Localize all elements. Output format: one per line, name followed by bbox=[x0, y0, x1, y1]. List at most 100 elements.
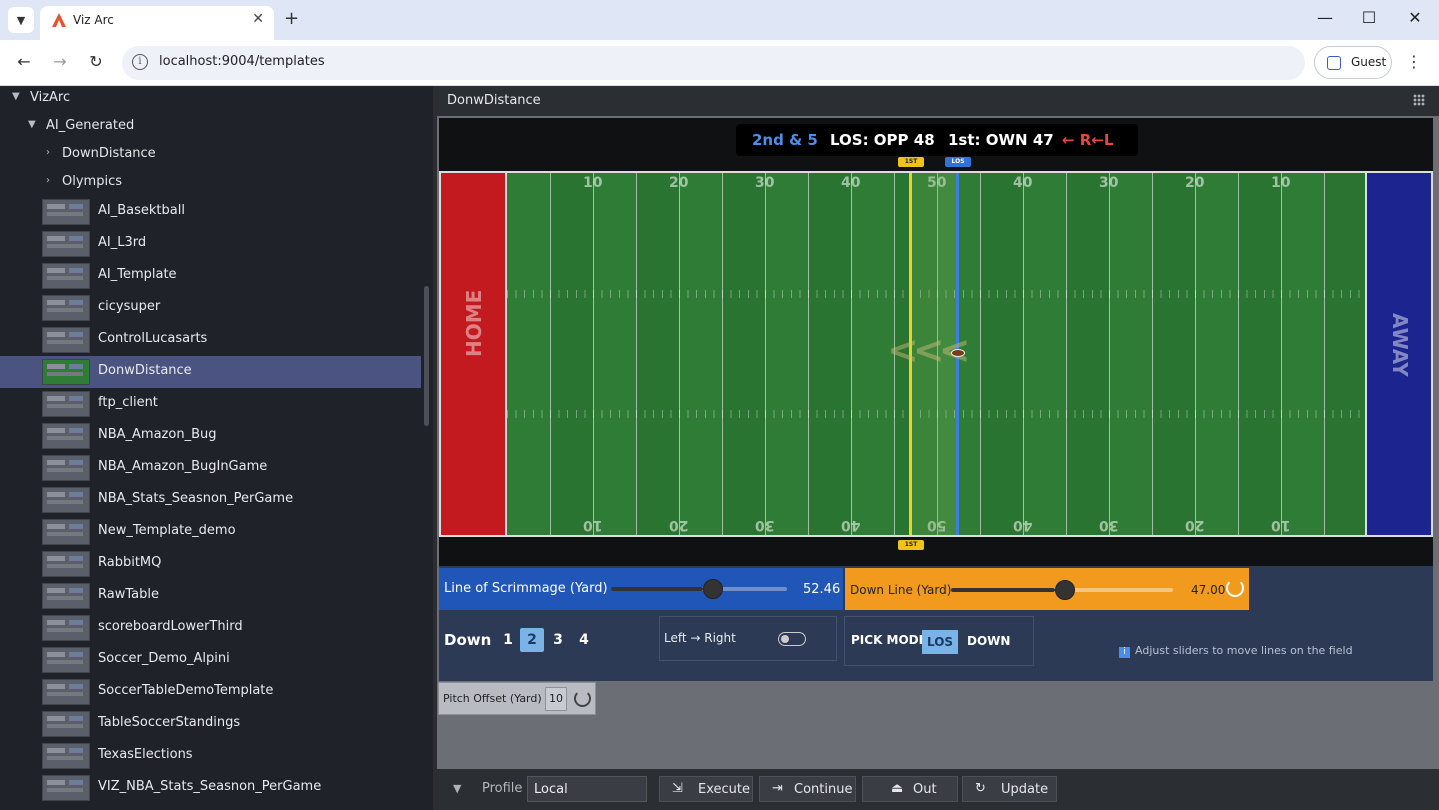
template-name: TableSoccerStandings bbox=[98, 715, 241, 730]
tab-close-icon[interactable]: ✕ bbox=[252, 11, 264, 27]
direction-group: Left → Right bbox=[659, 616, 837, 661]
template-item[interactable]: DonwDistance bbox=[0, 356, 421, 388]
action-bar: ▼ Profile ⇲ Execute ⇥ Continue ⏏ Out ↻ U… bbox=[437, 769, 1439, 810]
template-name: Soccer_Demo_Alpini bbox=[98, 651, 230, 666]
down-line-slider-handle[interactable] bbox=[1055, 580, 1076, 600]
sidebar-scrollbar[interactable] bbox=[424, 286, 429, 426]
template-item[interactable]: ftp_client bbox=[0, 388, 421, 420]
template-thumbnail bbox=[42, 231, 90, 257]
site-info-icon[interactable]: i bbox=[132, 54, 148, 70]
tree-root[interactable]: ▼ VizArc bbox=[0, 86, 421, 112]
yard-line bbox=[808, 173, 809, 535]
yard-line bbox=[679, 173, 680, 535]
los-slider-handle[interactable] bbox=[702, 579, 723, 599]
vizarc-logo-icon bbox=[52, 13, 66, 27]
template-name: New_Template_demo bbox=[98, 523, 236, 538]
template-item[interactable]: New_Template_demo bbox=[0, 516, 421, 548]
template-item[interactable]: SoccerTableDemoTemplate bbox=[0, 676, 421, 708]
tab-title: Viz Arc bbox=[73, 13, 114, 27]
browser-menu-icon[interactable]: ⋮ bbox=[1406, 52, 1422, 71]
reset-icon[interactable] bbox=[1226, 579, 1244, 597]
pitch-offset-group: Pitch Offset (Yard) 10 bbox=[438, 682, 596, 715]
profile-input[interactable] bbox=[527, 776, 647, 802]
yard-line bbox=[1195, 173, 1196, 535]
execute-button[interactable]: ⇲ Execute bbox=[659, 776, 753, 802]
template-item[interactable]: Soccer_Demo_Alpini bbox=[0, 644, 421, 676]
maximize-button[interactable]: ☐ bbox=[1354, 8, 1384, 27]
yard-line bbox=[636, 173, 637, 535]
url-input[interactable]: i localhost:9004/templates bbox=[122, 46, 1305, 80]
down-button-2[interactable]: 2 bbox=[520, 628, 544, 652]
update-button[interactable]: ↻ Update bbox=[962, 776, 1057, 802]
preview-stage: 2nd & 5 LOS: OPP 48 1st: OWN 47 ← R←L 1S… bbox=[439, 118, 1433, 566]
template-name: ftp_client bbox=[98, 395, 158, 410]
template-item[interactable]: AI_Basektball bbox=[0, 196, 421, 228]
template-item[interactable]: AI_Template bbox=[0, 260, 421, 292]
out-button[interactable]: ⏏ Out bbox=[862, 776, 958, 802]
yard-line bbox=[593, 173, 594, 535]
yard-line bbox=[722, 173, 723, 535]
tree-subfolder-olympics[interactable]: › Olympics bbox=[0, 170, 421, 196]
down-button-3[interactable]: 3 bbox=[546, 628, 570, 652]
close-window-button[interactable]: ✕ bbox=[1400, 8, 1430, 27]
new-tab-button[interactable]: + bbox=[284, 8, 299, 29]
collapse-icon[interactable]: ▼ bbox=[453, 782, 461, 795]
reload-icon[interactable]: ↻ bbox=[84, 52, 108, 71]
yard-line bbox=[550, 173, 551, 535]
tree-folder[interactable]: ▼ AI_Generated bbox=[0, 114, 421, 140]
down-button-1[interactable]: 1 bbox=[496, 628, 520, 652]
yard-line bbox=[851, 173, 852, 535]
template-item[interactable]: RabbitMQ bbox=[0, 548, 421, 580]
pitch-offset-input[interactable]: 10 bbox=[545, 687, 567, 711]
endzone-away: AWAY bbox=[1367, 171, 1433, 537]
template-item[interactable]: NBA_Amazon_BugInGame bbox=[0, 452, 421, 484]
endzone-away-label: AWAY bbox=[1388, 313, 1412, 377]
template-thumbnail bbox=[42, 199, 90, 225]
pick-los-button[interactable]: LOS bbox=[922, 630, 958, 654]
profile-button[interactable]: Guest bbox=[1314, 46, 1392, 79]
template-item[interactable]: scoreboardLowerThird bbox=[0, 612, 421, 644]
tree-root-label: VizArc bbox=[30, 90, 71, 105]
template-item[interactable]: RawTable bbox=[0, 580, 421, 612]
template-item[interactable]: NBA_Amazon_Bug bbox=[0, 420, 421, 452]
template-name: ControlLucasarts bbox=[98, 331, 208, 346]
template-item[interactable]: ControlLucasarts bbox=[0, 324, 421, 356]
direction-toggle[interactable] bbox=[778, 632, 806, 646]
tree-subfolder-downdistance[interactable]: › DownDistance bbox=[0, 142, 421, 168]
pick-down-button[interactable]: DOWN bbox=[967, 634, 1010, 648]
chevron-down-icon: ▼ bbox=[16, 13, 26, 27]
grid-icon[interactable] bbox=[1413, 94, 1425, 106]
browser-tab[interactable]: Viz Arc ✕ bbox=[40, 6, 274, 40]
template-name: NBA_Amazon_BugInGame bbox=[98, 459, 268, 474]
template-item[interactable]: NBA_Stats_Seasnon_PerGame bbox=[0, 484, 421, 516]
yard-number-bottom: 30 bbox=[755, 517, 775, 533]
endzone-home: HOME bbox=[439, 171, 505, 537]
continue-button[interactable]: ⇥ Continue bbox=[759, 776, 856, 802]
direction-label: Left → Right bbox=[664, 631, 736, 645]
template-thumbnail bbox=[42, 391, 90, 417]
tab-search-button[interactable]: ▼ bbox=[8, 7, 34, 33]
template-item[interactable]: cicysuper bbox=[0, 292, 421, 324]
template-item[interactable]: VIZ_NBA_Stats_Seasnon_PerGame bbox=[0, 772, 421, 804]
pick-mode-label: PICK MODE bbox=[851, 633, 927, 647]
forward-icon[interactable]: → bbox=[48, 52, 72, 71]
template-item[interactable]: TableSoccerStandings bbox=[0, 708, 421, 740]
template-sidebar: ▼ VizArc ▼ AI_Generated › DownDistance ›… bbox=[0, 86, 433, 810]
template-item[interactable]: AI_L3rd bbox=[0, 228, 421, 260]
minimize-button[interactable]: — bbox=[1310, 8, 1340, 27]
out-label: Out bbox=[913, 782, 937, 797]
reset-icon[interactable] bbox=[574, 690, 591, 707]
down-line-slider-label: Down Line (Yard) bbox=[850, 583, 952, 597]
template-item[interactable]: TexasElections bbox=[0, 740, 421, 772]
down-selector-label: Down bbox=[444, 631, 492, 649]
los-slider-group: Line of Scrimmage (Yard) 52.46 bbox=[439, 568, 843, 610]
template-thumbnail bbox=[42, 615, 90, 641]
back-icon[interactable]: ← bbox=[12, 52, 36, 71]
football-icon bbox=[951, 349, 965, 357]
person-icon bbox=[1327, 56, 1341, 70]
yard-number-bottom: 20 bbox=[669, 517, 689, 533]
down-button-4[interactable]: 4 bbox=[572, 628, 596, 652]
football-field: 10 10 20 20 30 30 40 40 50 50 40 40 30 30 20 20 10 10 <<< bbox=[505, 171, 1367, 537]
template-name: AI_L3rd bbox=[98, 235, 147, 250]
yard-number-bottom: 40 bbox=[841, 517, 861, 533]
